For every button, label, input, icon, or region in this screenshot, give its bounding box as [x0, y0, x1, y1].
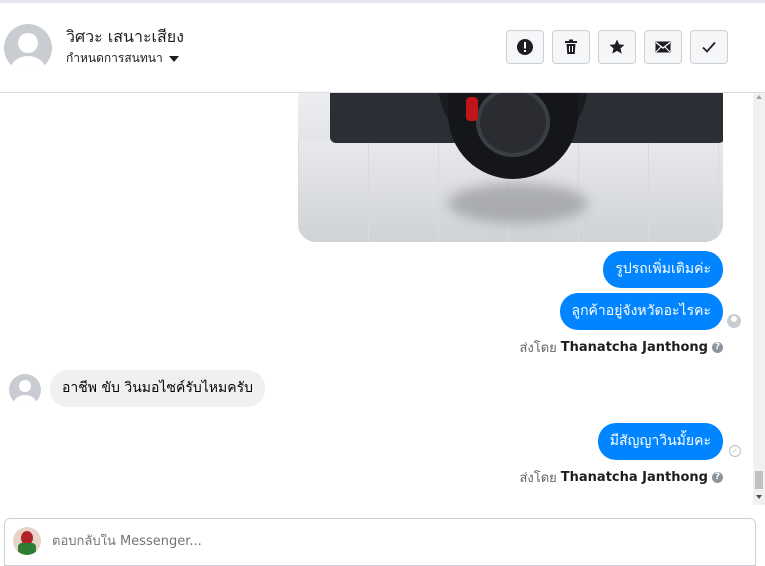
outgoing-message[interactable]: มีสัญญาวินมั้ยคะ — [597, 423, 723, 460]
contact-avatar[interactable] — [4, 24, 52, 72]
page-avatar — [13, 527, 41, 555]
header-actions — [506, 30, 728, 64]
conversation-settings-dropdown[interactable]: กำหนดการสนทนา — [66, 49, 179, 68]
delete-button[interactable] — [552, 30, 590, 64]
help-icon[interactable]: ? — [712, 472, 723, 483]
outgoing-message[interactable]: รูปรถเพิ่มเติมค่ะ — [603, 251, 723, 288]
checkmark-icon — [702, 41, 716, 53]
contact-name[interactable]: วิศวะ เสนาะเสียง — [66, 25, 184, 50]
help-icon[interactable]: ? — [712, 342, 723, 353]
envelope-icon — [655, 41, 671, 53]
exclamation-circle-icon — [517, 39, 533, 55]
scroll-down-arrow-icon[interactable] — [756, 495, 762, 499]
mark-done-button[interactable] — [690, 30, 728, 64]
sent-by-label: ส่งโดย Thanatcha Janthong ? — [519, 337, 723, 358]
sent-by-prefix: ส่งโดย — [519, 471, 557, 486]
thread-scrollbar[interactable] — [753, 93, 765, 505]
conversation-settings-label: กำหนดการสนทนา — [66, 51, 163, 65]
message-thread: รูปรถเพิ่มเติมค่ะ ลูกค้าอยู่จังหวัดอะไรค… — [0, 93, 753, 505]
scroll-up-arrow-icon[interactable] — [756, 95, 762, 99]
star-button[interactable] — [598, 30, 636, 64]
trash-icon — [565, 39, 577, 54]
incoming-message[interactable]: อาชีพ ขับ วินมอไซค์รับไหมครับ — [50, 370, 266, 407]
delivered-check-icon: ✓ — [729, 445, 741, 457]
mark-unread-button[interactable] — [644, 30, 682, 64]
sent-by-name: Thanatcha Janthong — [560, 340, 708, 355]
reply-composer — [4, 518, 756, 566]
star-icon — [609, 39, 625, 54]
outgoing-message[interactable]: ลูกค้าอยู่จังหวัดอะไรคะ — [559, 293, 723, 330]
sent-by-name: Thanatcha Janthong — [560, 470, 708, 485]
image-attachment[interactable] — [298, 93, 723, 242]
report-button[interactable] — [506, 30, 544, 64]
sent-by-prefix: ส่งโดย — [519, 341, 557, 356]
reply-input[interactable] — [52, 534, 692, 549]
sent-by-label: ส่งโดย Thanatcha Janthong ? — [519, 467, 723, 488]
scroll-thumb[interactable] — [755, 471, 763, 489]
caret-down-icon — [168, 55, 179, 62]
seen-avatar-icon — [727, 314, 741, 328]
conversation-header: วิศวะ เสนาะเสียง กำหนดการสนทนา — [0, 3, 765, 93]
contact-avatar-small[interactable] — [9, 374, 41, 406]
